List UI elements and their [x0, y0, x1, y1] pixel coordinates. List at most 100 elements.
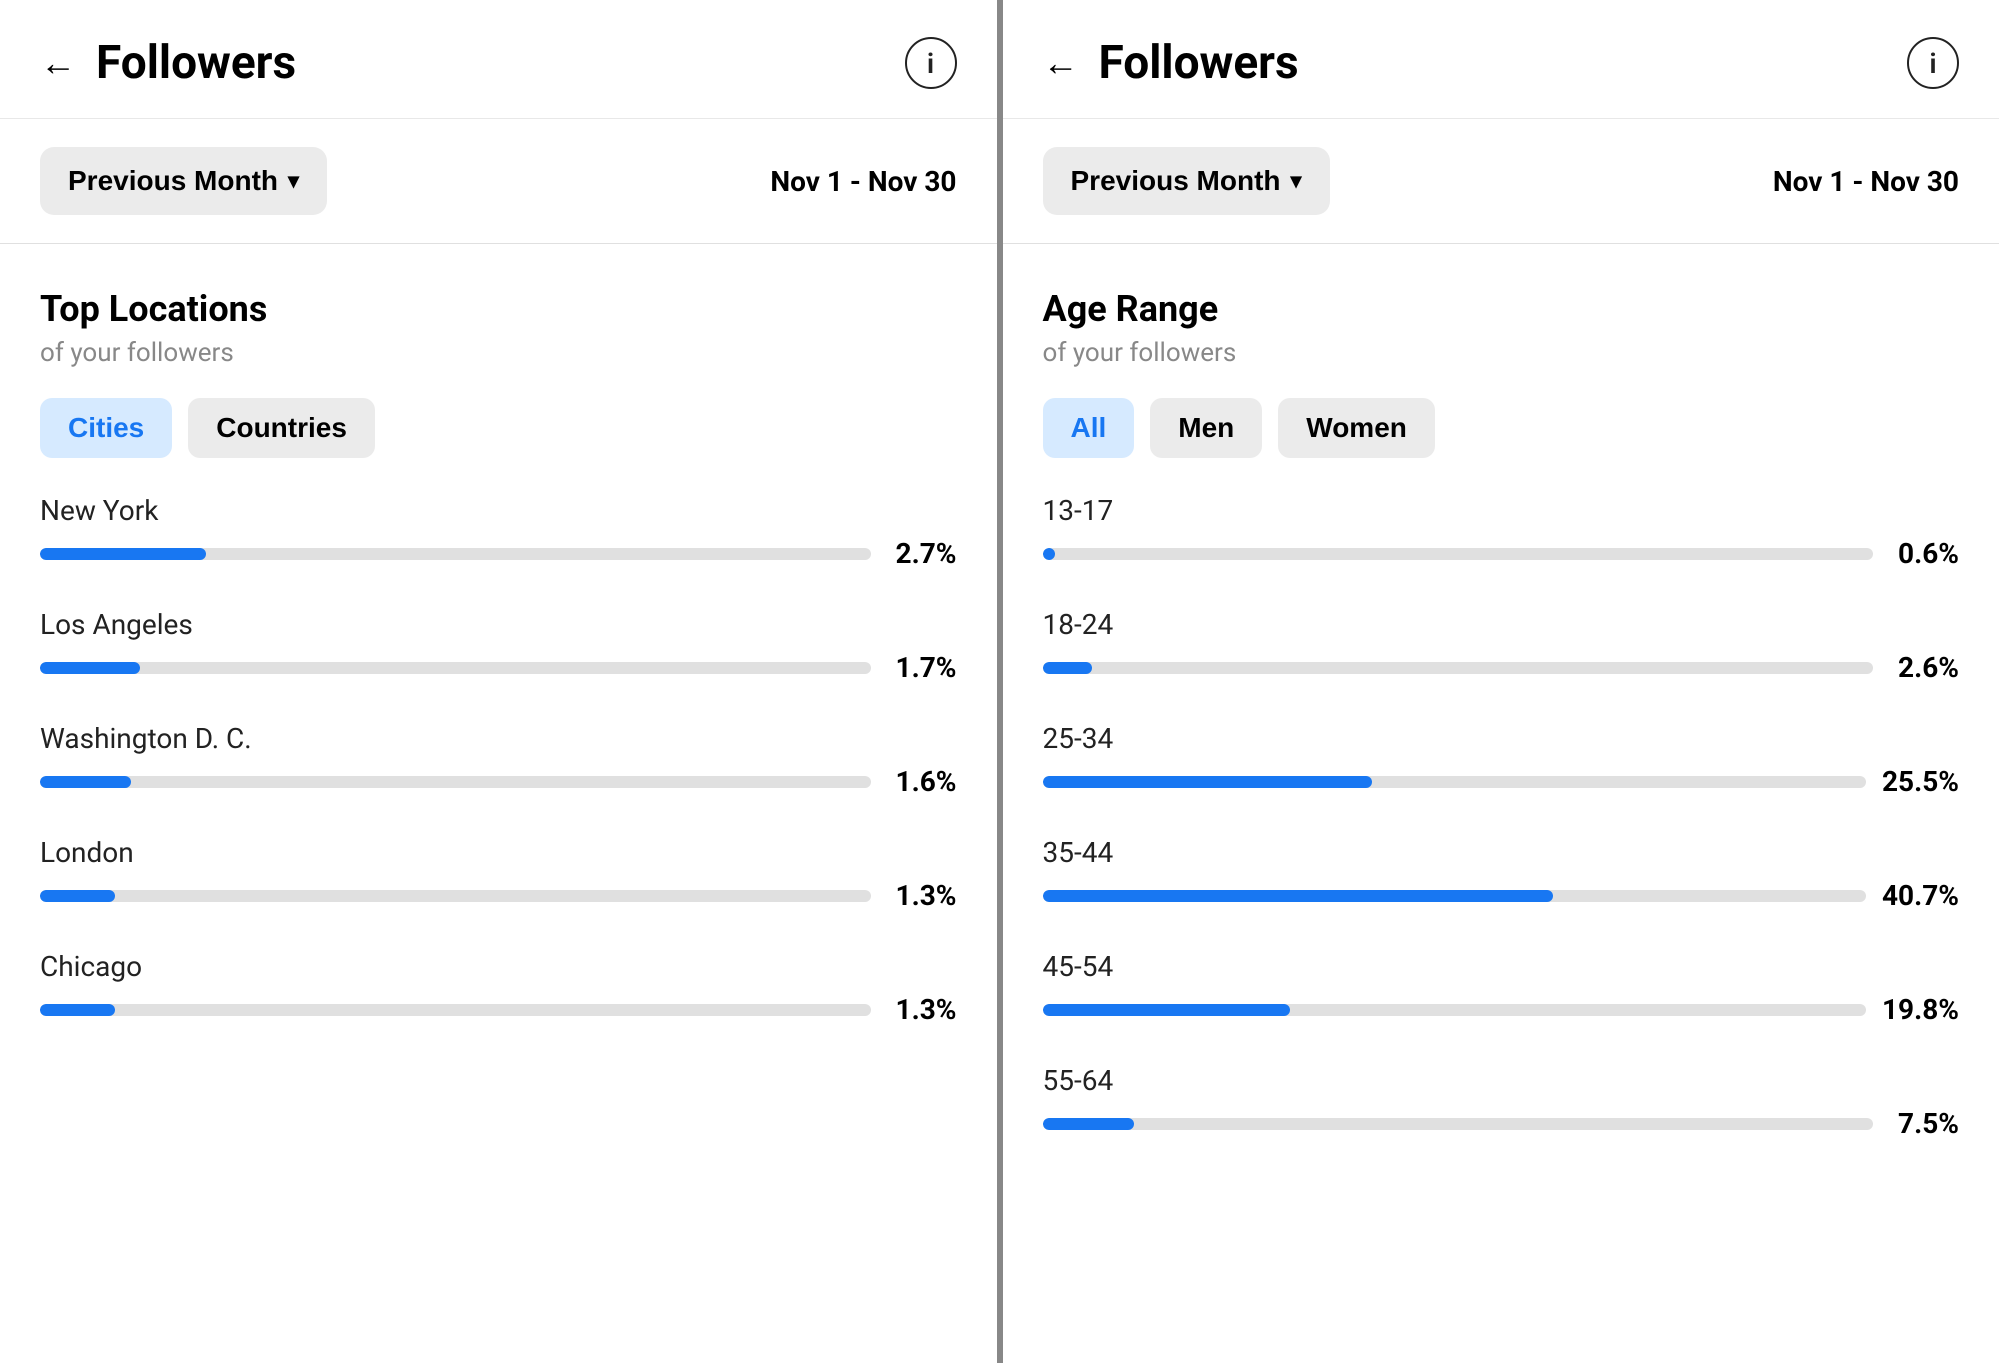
bar-percentage: 1.3%: [887, 993, 957, 1026]
left-info-button[interactable]: i: [905, 37, 957, 89]
list-item: New York 2.7%: [40, 494, 957, 570]
bar-track: [40, 1004, 871, 1016]
bar-percentage: 1.3%: [887, 879, 957, 912]
right-panel: ← Followers i Previous Month ▾ Nov 1 - N…: [1003, 0, 1999, 1363]
bar-fill: [40, 890, 115, 902]
right-header-left: ← Followers: [1043, 36, 1299, 90]
left-date-range: Nov 1 - Nov 30: [770, 165, 956, 198]
left-header: ← Followers i: [0, 0, 997, 119]
left-section-subtitle: of your followers: [40, 338, 957, 368]
age-range-label: 55-64: [1043, 1064, 1960, 1097]
bar-container: 1.3%: [40, 993, 957, 1026]
bar-fill: [1043, 890, 1554, 902]
bar-track: [40, 548, 871, 560]
list-item: London 1.3%: [40, 836, 957, 912]
bar-fill: [1043, 662, 1093, 674]
location-name: Washington D. C.: [40, 722, 957, 755]
right-filter-bar: Previous Month ▾ Nov 1 - Nov 30: [1003, 119, 1999, 244]
left-back-button[interactable]: ←: [40, 42, 76, 84]
right-header: ← Followers i: [1003, 0, 1999, 119]
bar-container: 2.6%: [1043, 651, 1960, 684]
age-range-label: 25-34: [1043, 722, 1960, 755]
bar-container: 19.8%: [1043, 993, 1960, 1026]
right-period-button[interactable]: Previous Month ▾: [1043, 147, 1330, 215]
right-section-subtitle: of your followers: [1043, 338, 1960, 368]
tab-men[interactable]: Men: [1150, 398, 1262, 458]
bar-percentage: 19.8%: [1882, 993, 1959, 1026]
bar-fill: [1043, 776, 1372, 788]
age-range-label: 35-44: [1043, 836, 1960, 869]
bar-fill: [40, 662, 140, 674]
bar-track: [40, 662, 871, 674]
left-section: Top Locations of your followers Cities C…: [0, 244, 997, 1084]
bar-container: 7.5%: [1043, 1107, 1960, 1140]
age-range-label: 18-24: [1043, 608, 1960, 641]
left-locations-list: New York 2.7% Los Angeles 1.7% Washingto…: [40, 494, 957, 1026]
bar-container: 1.7%: [40, 651, 957, 684]
bar-fill: [40, 776, 131, 788]
tab-all[interactable]: All: [1043, 398, 1135, 458]
list-item: 25-34 25.5%: [1043, 722, 1960, 798]
list-item: Los Angeles 1.7%: [40, 608, 957, 684]
bar-track: [1043, 662, 1874, 674]
bar-track: [1043, 776, 1866, 788]
bar-track: [1043, 548, 1874, 560]
right-section-title: Age Range: [1043, 288, 1960, 330]
right-date-range: Nov 1 - Nov 30: [1773, 165, 1959, 198]
left-page-title: Followers: [96, 36, 296, 90]
bar-percentage: 25.5%: [1882, 765, 1959, 798]
left-chevron-icon: ▾: [288, 168, 299, 194]
list-item: 13-17 0.6%: [1043, 494, 1960, 570]
list-item: Washington D. C. 1.6%: [40, 722, 957, 798]
bar-container: 2.7%: [40, 537, 957, 570]
tab-countries[interactable]: Countries: [188, 398, 375, 458]
left-period-label: Previous Month: [68, 165, 278, 197]
location-name: New York: [40, 494, 957, 527]
right-chevron-icon: ▾: [1291, 168, 1302, 194]
list-item: Chicago 1.3%: [40, 950, 957, 1026]
left-period-button[interactable]: Previous Month ▾: [40, 147, 327, 215]
right-info-button[interactable]: i: [1907, 37, 1959, 89]
bar-percentage: 2.6%: [1889, 651, 1959, 684]
right-page-title: Followers: [1099, 36, 1299, 90]
right-back-button[interactable]: ←: [1043, 42, 1079, 84]
bar-container: 25.5%: [1043, 765, 1960, 798]
bar-percentage: 7.5%: [1889, 1107, 1959, 1140]
bar-track: [1043, 1118, 1874, 1130]
bar-percentage: 1.6%: [887, 765, 957, 798]
bar-fill: [1043, 1004, 1290, 1016]
bar-percentage: 0.6%: [1889, 537, 1959, 570]
tab-cities[interactable]: Cities: [40, 398, 172, 458]
left-tabs: Cities Countries: [40, 398, 957, 458]
age-range-label: 45-54: [1043, 950, 1960, 983]
bar-fill: [1043, 548, 1055, 560]
bar-track: [40, 890, 871, 902]
right-age-list: 13-17 0.6% 18-24 2.6% 25-34 25.5% 35-44: [1043, 494, 1960, 1140]
list-item: 45-54 19.8%: [1043, 950, 1960, 1026]
list-item: 55-64 7.5%: [1043, 1064, 1960, 1140]
age-range-label: 13-17: [1043, 494, 1960, 527]
location-name: Chicago: [40, 950, 957, 983]
right-period-label: Previous Month: [1071, 165, 1281, 197]
right-tabs: All Men Women: [1043, 398, 1960, 458]
bar-track: [1043, 890, 1866, 902]
left-section-title: Top Locations: [40, 288, 957, 330]
bar-track: [40, 776, 871, 788]
bar-fill: [1043, 1118, 1134, 1130]
bar-fill: [40, 1004, 115, 1016]
location-name: London: [40, 836, 957, 869]
bar-container: 1.6%: [40, 765, 957, 798]
bar-percentage: 1.7%: [887, 651, 957, 684]
bar-percentage: 2.7%: [887, 537, 957, 570]
bar-track: [1043, 1004, 1866, 1016]
bar-container: 1.3%: [40, 879, 957, 912]
tab-women[interactable]: Women: [1278, 398, 1435, 458]
left-header-left: ← Followers: [40, 36, 296, 90]
bar-container: 0.6%: [1043, 537, 1960, 570]
location-name: Los Angeles: [40, 608, 957, 641]
list-item: 35-44 40.7%: [1043, 836, 1960, 912]
bar-fill: [40, 548, 206, 560]
left-filter-bar: Previous Month ▾ Nov 1 - Nov 30: [0, 119, 997, 244]
list-item: 18-24 2.6%: [1043, 608, 1960, 684]
bar-container: 40.7%: [1043, 879, 1960, 912]
